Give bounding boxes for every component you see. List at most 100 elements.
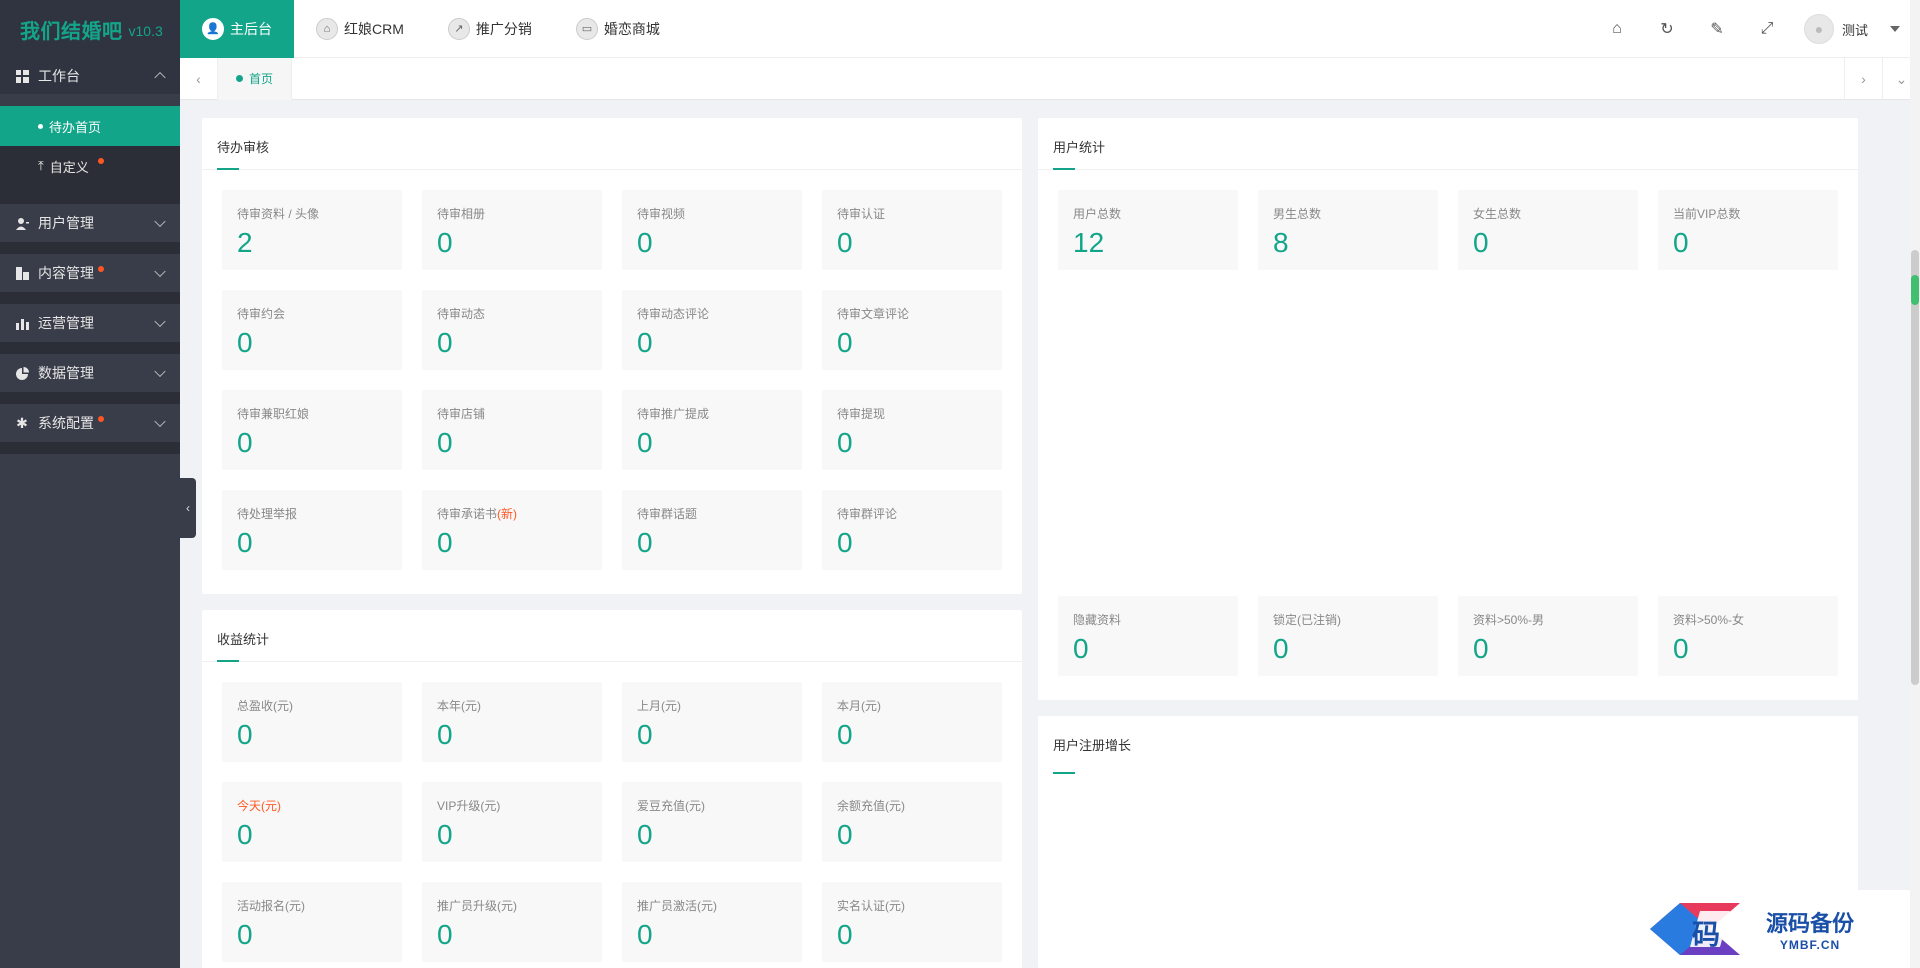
tab-mall[interactable]: ▭ 婚恋商城 <box>554 0 682 58</box>
stat-card[interactable]: 本月(元) 0 <box>822 682 1002 762</box>
sidebar-item-user-management[interactable]: 用户管理 <box>0 204 180 254</box>
stat-card[interactable]: 待审推广提成 0 <box>622 390 802 470</box>
stat-card[interactable]: 上月(元) 0 <box>622 682 802 762</box>
chevron-up-icon <box>154 71 166 84</box>
header-tools: ⌂ ↻ ✎ ⤢ ● 测试 <box>1592 0 1900 58</box>
stat-card[interactable]: 男生总数 8 <box>1258 190 1438 270</box>
stat-card[interactable]: 待审约会 0 <box>222 290 402 370</box>
tab-main-backend[interactable]: 👤 主后台 <box>180 0 294 58</box>
stat-card[interactable]: 待审视频 0 <box>622 190 802 270</box>
panel-title: 收益统计 <box>217 632 270 647</box>
fullscreen-icon[interactable]: ⤢ <box>1742 20 1792 38</box>
scrollbar-thumb[interactable] <box>1911 250 1919 685</box>
scrollbar-indicator <box>1911 275 1919 305</box>
user-stats-top-grid: 用户总数 12 男生总数 8 女生总数 0 当前VIP总数 0 <box>1038 170 1858 285</box>
sidebar-item-custom[interactable]: ⤒ 自定义 <box>0 146 180 186</box>
stat-card[interactable]: 资料>50%-男 0 <box>1458 596 1638 676</box>
home-icon[interactable]: ⌂ <box>1592 20 1642 38</box>
shop-icon: ▭ <box>575 17 598 40</box>
stat-label: 待审群评论 <box>837 507 898 521</box>
home-icon: ⌂ <box>316 17 338 40</box>
stat-card[interactable]: 当前VIP总数 0 <box>1658 190 1838 270</box>
stat-card[interactable]: 今天(元) 0 <box>222 782 402 862</box>
sidebar-item-workbench[interactable]: 工作台 <box>0 58 180 94</box>
stat-value: 0 <box>837 819 853 850</box>
stat-card[interactable]: 待审动态 0 <box>422 290 602 370</box>
stat-card[interactable]: 用户总数 12 <box>1058 190 1238 270</box>
stat-card[interactable]: 活动报名(元) 0 <box>222 882 402 962</box>
page-tab-home[interactable]: 首页 <box>218 57 293 100</box>
stat-card[interactable]: 推广员升级(元) 0 <box>422 882 602 962</box>
stat-card[interactable]: VIP升级(元) 0 <box>422 782 602 862</box>
stat-label: 待审群话题 <box>637 507 698 521</box>
stat-card[interactable]: 待审群评论 0 <box>822 490 1002 570</box>
stat-label: 待审兼职红娘 <box>237 407 310 421</box>
user-name[interactable]: 测试 <box>1842 20 1868 39</box>
tabbar-right-arrow[interactable]: › <box>1844 58 1882 100</box>
stat-card[interactable]: 待审认证 0 <box>822 190 1002 270</box>
sidebar-item-data-management[interactable]: 数据管理 <box>0 354 180 404</box>
stat-card[interactable]: 待审承诺书(新) 0 <box>422 490 602 570</box>
sidebar-item-todo-home[interactable]: 待办首页 <box>0 106 180 146</box>
sidebar-item-label: 运营管理 <box>38 315 94 331</box>
page-tab-label: 首页 <box>249 72 274 86</box>
stat-card[interactable]: 待处理举报 0 <box>222 490 402 570</box>
refresh-icon[interactable]: ↻ <box>1642 19 1692 39</box>
app-version: v10.3 <box>128 23 163 39</box>
stat-card[interactable]: 爱豆充值(元) 0 <box>622 782 802 862</box>
stat-card[interactable]: 待审群话题 0 <box>622 490 802 570</box>
stat-card[interactable]: 隐藏资料 0 <box>1058 596 1238 676</box>
stat-card[interactable]: 待审动态评论 0 <box>622 290 802 370</box>
chevron-down-icon <box>154 215 166 228</box>
stat-label: 女生总数 <box>1473 207 1522 221</box>
stat-label-text: 待审承诺书 <box>437 507 498 521</box>
caret-down-icon[interactable] <box>1890 26 1900 32</box>
stat-value: 0 <box>437 327 453 358</box>
sidebar-collapse-button[interactable]: ‹ <box>180 478 196 538</box>
stat-value: 0 <box>637 719 653 750</box>
title-underline <box>1053 772 1075 774</box>
stat-card[interactable]: 总盈收(元) 0 <box>222 682 402 762</box>
watermark-emblem-icon: 码 <box>1640 899 1760 959</box>
stat-value: 0 <box>437 819 453 850</box>
stat-value: 0 <box>837 227 853 258</box>
watermark-en: YMBF.CN <box>1779 938 1841 952</box>
sidebar-item-label: 工作台 <box>38 68 80 84</box>
panel-header: 收益统计 <box>202 610 1022 662</box>
stat-card[interactable]: 待审资料 / 头像 2 <box>222 190 402 270</box>
revenue-panel: 收益统计 总盈收(元) 0 本年(元) 0 上月(元) 0 本月(元) 0 今天(元) 0… <box>202 610 1022 968</box>
stat-card[interactable]: 女生总数 0 <box>1458 190 1638 270</box>
sidebar-item-operations[interactable]: 运营管理 <box>0 304 180 354</box>
stat-card[interactable]: 本年(元) 0 <box>422 682 602 762</box>
workbench-submenu: 待办首页 ⤒ 自定义 <box>0 106 180 194</box>
stat-card[interactable]: 待审相册 0 <box>422 190 602 270</box>
stat-card[interactable]: 推广员激活(元) 0 <box>622 882 802 962</box>
stat-card[interactable]: 资料>50%-女 0 <box>1658 596 1838 676</box>
stat-value: 0 <box>237 719 253 750</box>
sidebar-item-content-management[interactable]: 内容管理 <box>0 254 180 304</box>
brush-icon[interactable]: ✎ <box>1692 19 1742 39</box>
stat-card[interactable]: 待审兼职红娘 0 <box>222 390 402 470</box>
tab-label: 红娘CRM <box>344 20 404 37</box>
sidebar-item-system-config[interactable]: ✱ 系统配置 <box>0 404 180 454</box>
tab-matchmaker-crm[interactable]: ⌂ 红娘CRM <box>294 0 426 58</box>
stat-card[interactable]: 锁定(已注销) 0 <box>1258 596 1438 676</box>
tabbar-left-arrow[interactable]: ‹ <box>180 57 218 100</box>
stat-label: 待审店铺 <box>437 407 486 421</box>
title-underline <box>1053 168 1075 170</box>
sidebar-item-label: 内容管理 <box>38 265 94 281</box>
stat-card[interactable]: 待审文章评论 0 <box>822 290 1002 370</box>
user-icon <box>15 216 29 230</box>
page-scrollbar[interactable] <box>1910 0 1920 968</box>
stat-label: 资料>50%-男 <box>1473 613 1545 627</box>
stat-card[interactable]: 待审店铺 0 <box>422 390 602 470</box>
chevron-down-icon <box>154 365 166 378</box>
stat-card[interactable]: 待审提现 0 <box>822 390 1002 470</box>
avatar[interactable]: ● <box>1803 14 1834 44</box>
pie-icon <box>15 366 29 380</box>
stat-label: 待审动态 <box>437 307 486 321</box>
stat-card[interactable]: 实名认证(元) 0 <box>822 882 1002 962</box>
stat-card[interactable]: 余额充值(元) 0 <box>822 782 1002 862</box>
tab-promotion[interactable]: ↗ 推广分销 <box>426 0 554 58</box>
panel-title: 待办审核 <box>217 140 270 155</box>
